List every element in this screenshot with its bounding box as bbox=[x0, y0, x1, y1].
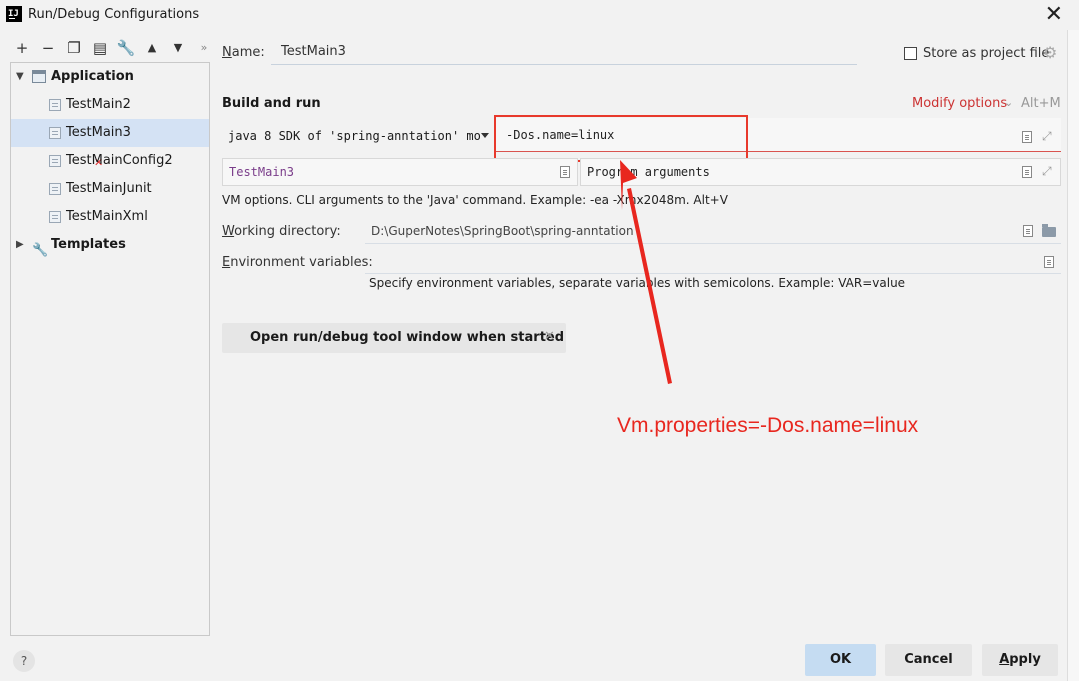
annotation-arrow bbox=[620, 160, 672, 384]
annotation-text: Vm.properties=-Dos.name=linux bbox=[617, 414, 919, 437]
annotation-arrow-shaft bbox=[627, 188, 672, 384]
cancel-button[interactable]: Cancel bbox=[885, 644, 972, 676]
background-window-edge bbox=[1067, 30, 1079, 681]
annotation-arrow-head bbox=[620, 160, 637, 210]
ok-button[interactable]: OK bbox=[805, 644, 876, 676]
help-button[interactable]: ? bbox=[13, 650, 35, 672]
apply-button[interactable]: Apply bbox=[982, 644, 1058, 676]
